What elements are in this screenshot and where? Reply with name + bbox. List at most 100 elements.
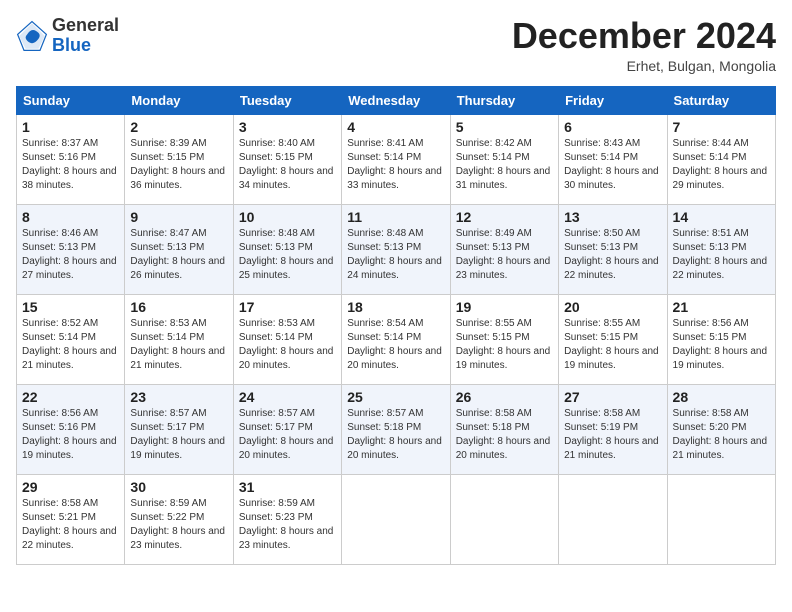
day-detail: Sunrise: 8:40 AMSunset: 5:15 PMDaylight:… xyxy=(239,138,334,191)
day-number: 6 xyxy=(564,119,661,135)
day-number: 29 xyxy=(22,479,119,495)
day-cell: 23 Sunrise: 8:57 AMSunset: 5:17 PMDayligh… xyxy=(125,384,233,474)
day-cell: 21 Sunrise: 8:56 AMSunset: 5:15 PMDayligh… xyxy=(667,294,775,384)
day-number: 20 xyxy=(564,299,661,315)
day-detail: Sunrise: 8:57 AMSunset: 5:18 PMDaylight:… xyxy=(347,408,442,461)
day-cell: 25 Sunrise: 8:57 AMSunset: 5:18 PMDayligh… xyxy=(342,384,450,474)
title-block: December 2024 Erhet, Bulgan, Mongolia xyxy=(512,16,776,74)
day-cell: 2 Sunrise: 8:39 AMSunset: 5:15 PMDaylight… xyxy=(125,114,233,204)
day-detail: Sunrise: 8:53 AMSunset: 5:14 PMDaylight:… xyxy=(130,318,225,371)
col-header-sunday: Sunday xyxy=(17,86,125,114)
logo-general: General xyxy=(52,15,119,35)
day-cell: 24 Sunrise: 8:57 AMSunset: 5:17 PMDayligh… xyxy=(233,384,341,474)
day-number: 28 xyxy=(673,389,770,405)
day-number: 24 xyxy=(239,389,336,405)
calendar-body: 1 Sunrise: 8:37 AMSunset: 5:16 PMDaylight… xyxy=(17,114,776,564)
day-detail: Sunrise: 8:58 AMSunset: 5:21 PMDaylight:… xyxy=(22,498,117,551)
day-cell: 7Sunrise: 8:44 AMSunset: 5:14 PMDaylight… xyxy=(667,114,775,204)
day-detail: Sunrise: 8:56 AMSunset: 5:16 PMDaylight:… xyxy=(22,408,117,461)
day-detail: Sunrise: 8:42 AMSunset: 5:14 PMDaylight:… xyxy=(456,138,551,191)
day-cell: 28 Sunrise: 8:58 AMSunset: 5:20 PMDayligh… xyxy=(667,384,775,474)
day-cell: 11 Sunrise: 8:48 AMSunset: 5:13 PMDayligh… xyxy=(342,204,450,294)
day-cell: 3 Sunrise: 8:40 AMSunset: 5:15 PMDaylight… xyxy=(233,114,341,204)
day-cell: 6Sunrise: 8:43 AMSunset: 5:14 PMDaylight… xyxy=(559,114,667,204)
day-detail: Sunrise: 8:48 AMSunset: 5:13 PMDaylight:… xyxy=(347,228,442,281)
day-cell: 18 Sunrise: 8:54 AMSunset: 5:14 PMDayligh… xyxy=(342,294,450,384)
day-detail: Sunrise: 8:53 AMSunset: 5:14 PMDaylight:… xyxy=(239,318,334,371)
day-detail: Sunrise: 8:51 AMSunset: 5:13 PMDaylight:… xyxy=(673,228,768,281)
day-cell: 10 Sunrise: 8:48 AMSunset: 5:13 PMDayligh… xyxy=(233,204,341,294)
location: Erhet, Bulgan, Mongolia xyxy=(512,58,776,74)
month-title: December 2024 xyxy=(512,16,776,56)
day-number: 12 xyxy=(456,209,553,225)
day-number: 2 xyxy=(130,119,227,135)
day-detail: Sunrise: 8:37 AMSunset: 5:16 PMDaylight:… xyxy=(22,138,117,191)
day-number: 25 xyxy=(347,389,444,405)
day-number: 15 xyxy=(22,299,119,315)
day-number: 18 xyxy=(347,299,444,315)
calendar-header: SundayMondayTuesdayWednesdayThursdayFrid… xyxy=(17,86,776,114)
day-number: 23 xyxy=(130,389,227,405)
day-detail: Sunrise: 8:57 AMSunset: 5:17 PMDaylight:… xyxy=(239,408,334,461)
day-number: 10 xyxy=(239,209,336,225)
day-detail: Sunrise: 8:55 AMSunset: 5:15 PMDaylight:… xyxy=(564,318,659,371)
day-detail: Sunrise: 8:56 AMSunset: 5:15 PMDaylight:… xyxy=(673,318,768,371)
day-number: 11 xyxy=(347,209,444,225)
calendar-table: SundayMondayTuesdayWednesdayThursdayFrid… xyxy=(16,86,776,565)
day-number: 30 xyxy=(130,479,227,495)
day-cell: 30 Sunrise: 8:59 AMSunset: 5:22 PMDayligh… xyxy=(125,474,233,564)
day-number: 27 xyxy=(564,389,661,405)
col-header-wednesday: Wednesday xyxy=(342,86,450,114)
day-number: 4 xyxy=(347,119,444,135)
day-number: 16 xyxy=(130,299,227,315)
day-cell: 1 Sunrise: 8:37 AMSunset: 5:16 PMDaylight… xyxy=(17,114,125,204)
logo-text: General Blue xyxy=(52,16,119,56)
day-number: 9 xyxy=(130,209,227,225)
logo: General Blue xyxy=(16,16,119,56)
day-detail: Sunrise: 8:58 AMSunset: 5:20 PMDaylight:… xyxy=(673,408,768,461)
day-cell xyxy=(667,474,775,564)
day-cell xyxy=(450,474,558,564)
day-cell: 14 Sunrise: 8:51 AMSunset: 5:13 PMDayligh… xyxy=(667,204,775,294)
day-detail: Sunrise: 8:48 AMSunset: 5:13 PMDaylight:… xyxy=(239,228,334,281)
day-cell: 27 Sunrise: 8:58 AMSunset: 5:19 PMDayligh… xyxy=(559,384,667,474)
day-number: 26 xyxy=(456,389,553,405)
day-cell: 19Sunrise: 8:55 AMSunset: 5:15 PMDayligh… xyxy=(450,294,558,384)
day-cell: 22Sunrise: 8:56 AMSunset: 5:16 PMDayligh… xyxy=(17,384,125,474)
day-detail: Sunrise: 8:58 AMSunset: 5:19 PMDaylight:… xyxy=(564,408,659,461)
day-detail: Sunrise: 8:57 AMSunset: 5:17 PMDaylight:… xyxy=(130,408,225,461)
day-number: 8 xyxy=(22,209,119,225)
week-row-5: 29 Sunrise: 8:58 AMSunset: 5:21 PMDayligh… xyxy=(17,474,776,564)
day-number: 17 xyxy=(239,299,336,315)
col-header-monday: Monday xyxy=(125,86,233,114)
col-header-friday: Friday xyxy=(559,86,667,114)
day-detail: Sunrise: 8:41 AMSunset: 5:14 PMDaylight:… xyxy=(347,138,442,191)
week-row-4: 22Sunrise: 8:56 AMSunset: 5:16 PMDayligh… xyxy=(17,384,776,474)
day-detail: Sunrise: 8:49 AMSunset: 5:13 PMDaylight:… xyxy=(456,228,551,281)
week-row-1: 1 Sunrise: 8:37 AMSunset: 5:16 PMDaylight… xyxy=(17,114,776,204)
day-detail: Sunrise: 8:47 AMSunset: 5:13 PMDaylight:… xyxy=(130,228,225,281)
day-number: 1 xyxy=(22,119,119,135)
day-number: 3 xyxy=(239,119,336,135)
day-number: 13 xyxy=(564,209,661,225)
day-cell: 15 Sunrise: 8:52 AMSunset: 5:14 PMDayligh… xyxy=(17,294,125,384)
day-detail: Sunrise: 8:59 AMSunset: 5:22 PMDaylight:… xyxy=(130,498,225,551)
logo-icon xyxy=(16,20,48,52)
day-number: 31 xyxy=(239,479,336,495)
day-detail: Sunrise: 8:52 AMSunset: 5:14 PMDaylight:… xyxy=(22,318,117,371)
day-detail: Sunrise: 8:44 AMSunset: 5:14 PMDaylight:… xyxy=(673,138,768,191)
logo-blue: Blue xyxy=(52,35,91,55)
day-cell: 13 Sunrise: 8:50 AMSunset: 5:13 PMDayligh… xyxy=(559,204,667,294)
day-cell: 26Sunrise: 8:58 AMSunset: 5:18 PMDayligh… xyxy=(450,384,558,474)
day-detail: Sunrise: 8:54 AMSunset: 5:14 PMDaylight:… xyxy=(347,318,442,371)
day-number: 21 xyxy=(673,299,770,315)
day-cell: 16 Sunrise: 8:53 AMSunset: 5:14 PMDayligh… xyxy=(125,294,233,384)
header-row: SundayMondayTuesdayWednesdayThursdayFrid… xyxy=(17,86,776,114)
day-number: 5 xyxy=(456,119,553,135)
day-cell: 8Sunrise: 8:46 AMSunset: 5:13 PMDaylight… xyxy=(17,204,125,294)
page-header: General Blue December 2024 Erhet, Bulgan… xyxy=(16,16,776,74)
day-detail: Sunrise: 8:50 AMSunset: 5:13 PMDaylight:… xyxy=(564,228,659,281)
day-detail: Sunrise: 8:39 AMSunset: 5:15 PMDaylight:… xyxy=(130,138,225,191)
day-number: 14 xyxy=(673,209,770,225)
week-row-2: 8Sunrise: 8:46 AMSunset: 5:13 PMDaylight… xyxy=(17,204,776,294)
